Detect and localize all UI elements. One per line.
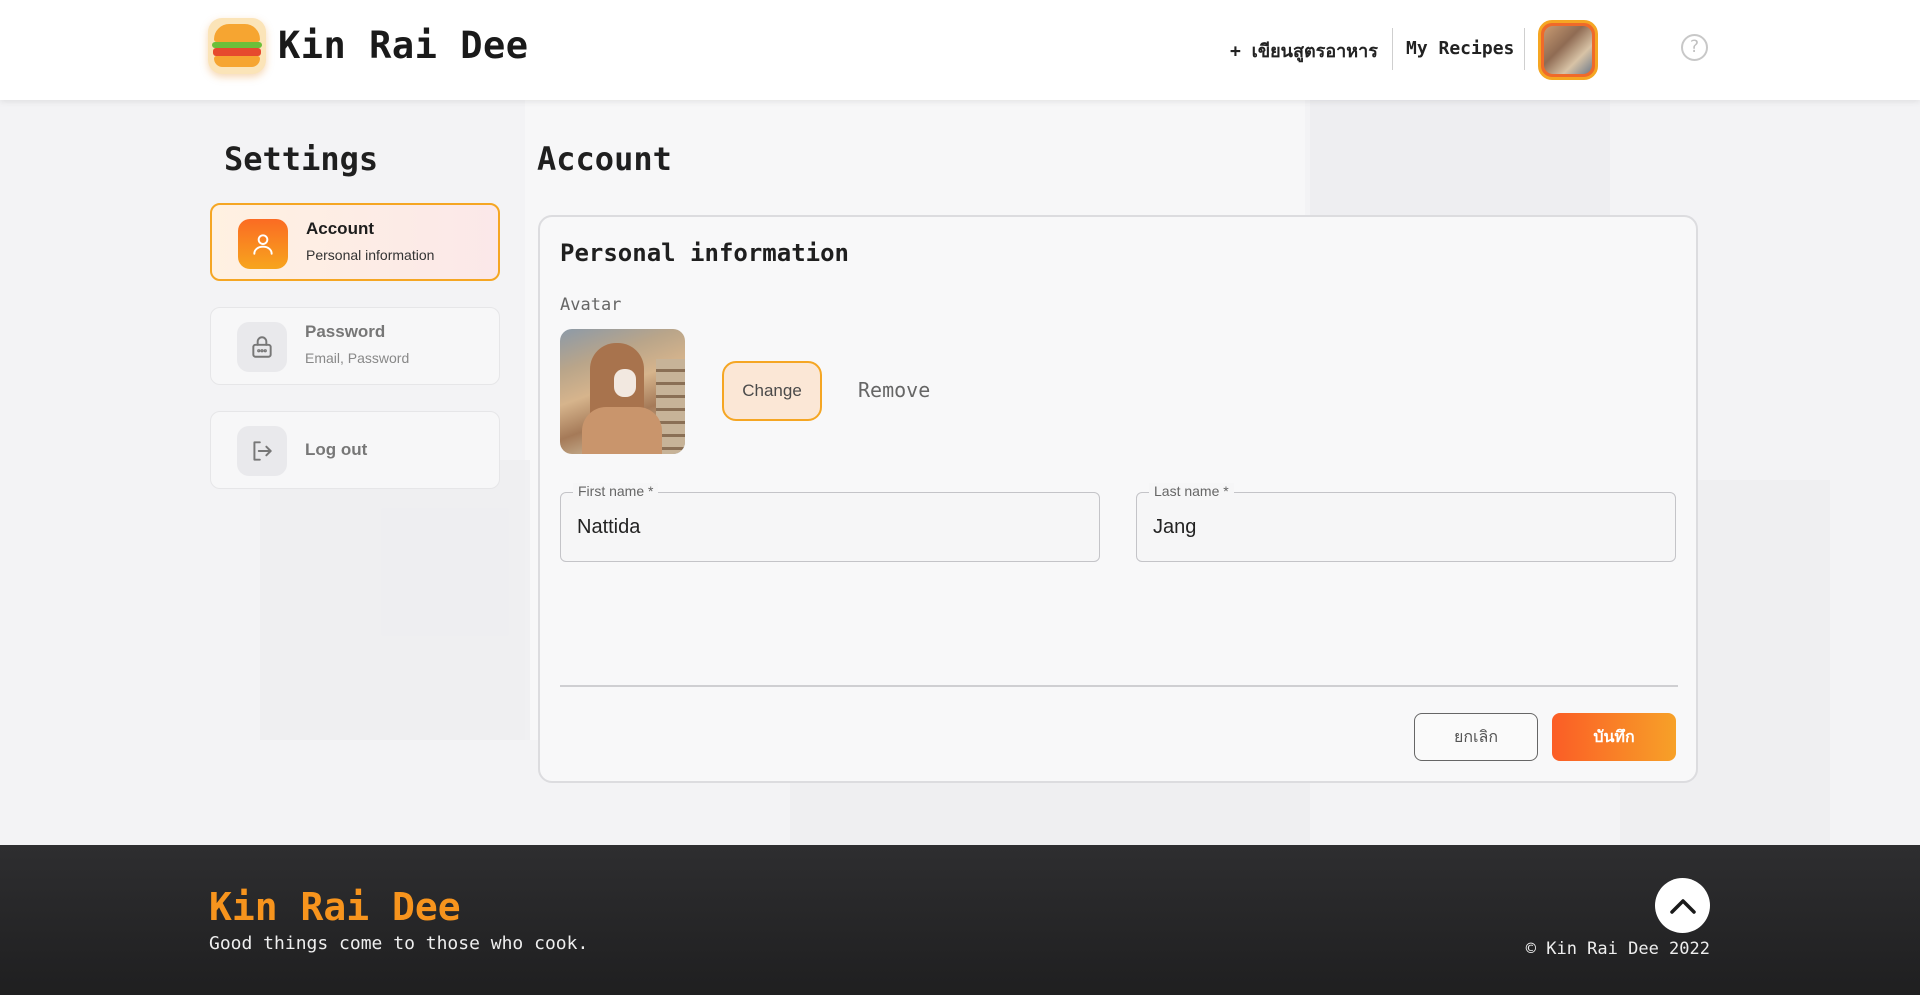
first-name-input[interactable] [561,493,1099,561]
footer-tagline: Good things come to those who cook. [209,933,589,954]
chevron-up-icon [1669,898,1696,914]
save-button[interactable]: บันทึก [1552,713,1676,761]
sidebar-item-label: Log out [305,440,368,459]
remove-avatar-button[interactable]: Remove [858,378,930,402]
user-icon [238,219,288,269]
last-name-field: Last name * [1136,483,1676,562]
nav-divider [1524,28,1525,70]
user-avatar[interactable] [1538,20,1598,80]
last-name-label: Last name * [1149,483,1234,499]
personal-info-panel: Personal information Avatar Change Remov… [538,215,1698,783]
sidebar-item-sublabel: Personal information [306,247,435,263]
sidebar-item-sublabel: Email, Password [305,350,410,366]
settings-title: Settings [224,140,379,178]
footer-copyright: © Kin Rai Dee 2022 [1525,939,1710,959]
first-name-field: First name * [560,483,1100,562]
top-header: Kin Rai Dee + เขียนสูตรอาหาร My Recipes … [0,0,1920,100]
first-name-label: First name * [573,483,659,499]
lock-icon [237,322,287,372]
cancel-button[interactable]: ยกเลิก [1414,713,1538,761]
brand-name[interactable]: Kin Rai Dee [278,24,529,67]
avatar-photo [560,329,685,454]
section-heading: Personal information [560,239,849,267]
nav-divider [1392,28,1393,70]
change-avatar-button[interactable]: Change [722,361,822,421]
sidebar-item-password[interactable]: Password Email, Password [210,307,500,385]
footer-brand: Kin Rai Dee [209,885,461,929]
footer: Kin Rai Dee Good things come to those wh… [0,845,1920,995]
sidebar-item-logout[interactable]: Log out [210,411,500,489]
logout-icon [237,426,287,476]
avatar-label: Avatar [560,295,622,315]
write-recipe-link[interactable]: + เขียนสูตรอาหาร [1230,36,1378,65]
help-icon[interactable]: ? [1681,34,1708,61]
sidebar-item-account[interactable]: Account Personal information [210,203,500,281]
form-divider [560,685,1678,687]
my-recipes-link[interactable]: My Recipes [1406,38,1514,59]
page-title: Account [537,140,672,178]
burger-logo-icon[interactable] [208,18,266,74]
scroll-to-top-button[interactable] [1655,878,1710,933]
sidebar-item-label: Password [305,322,386,341]
sidebar-item-label: Account [306,219,374,238]
last-name-input[interactable] [1137,493,1675,561]
